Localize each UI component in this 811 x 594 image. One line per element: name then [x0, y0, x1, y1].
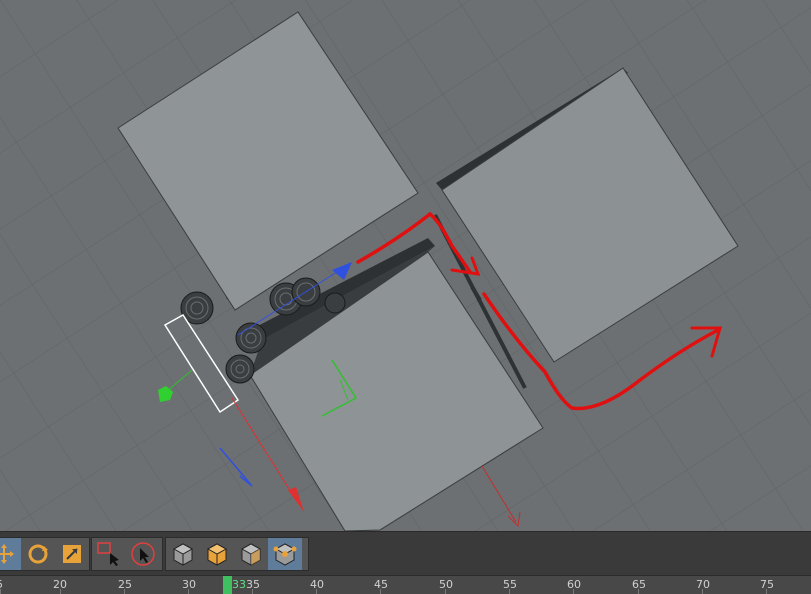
model-mode-button[interactable]: [200, 538, 234, 570]
tick-label: 25: [118, 578, 132, 591]
tick-label: 75: [760, 578, 774, 591]
tick-mark: [573, 589, 574, 594]
texture-mode-button[interactable]: [234, 538, 268, 570]
tick-mark: [445, 589, 446, 594]
current-frame-label: 33: [232, 578, 246, 591]
3d-viewport[interactable]: [0, 0, 811, 531]
tick-label: 50: [439, 578, 453, 591]
live-selection-icon: [131, 542, 155, 566]
scale-tool-button[interactable]: [55, 538, 89, 570]
tick-label: 70: [696, 578, 710, 591]
tick-mark: [380, 589, 381, 594]
tick-label: 35: [246, 578, 260, 591]
rectangle-selection-button[interactable]: [92, 538, 126, 570]
viewport-canvas[interactable]: [0, 0, 811, 531]
tick-label: 45: [374, 578, 388, 591]
tick-mark: [188, 589, 189, 594]
points-mode-button[interactable]: [268, 538, 302, 570]
tick-mark: [0, 589, 1, 594]
playhead[interactable]: [223, 576, 232, 594]
tick-mark: [60, 589, 61, 594]
object-mode-icon: [172, 543, 194, 566]
rotate-icon: [28, 544, 48, 564]
mode-tools: [165, 537, 309, 571]
tick-mark: [124, 589, 125, 594]
tick-label: 40: [310, 578, 324, 591]
rotate-tool-button[interactable]: [21, 538, 55, 570]
rectangle-selection-icon: [97, 542, 119, 566]
texture-mode-icon: [240, 543, 262, 566]
tick-mark: [766, 589, 767, 594]
tick-mark: [316, 589, 317, 594]
tick-mark: [702, 589, 703, 594]
wheel-5[interactable]: [225, 354, 255, 384]
tick-label: 65: [632, 578, 646, 591]
transform-tools: [0, 537, 90, 571]
tick-label: 30: [182, 578, 196, 591]
timeline-ruler[interactable]: 5 20 25 30 35 40 45 50 55 60 65 70 75 33: [0, 575, 811, 594]
points-mode-icon: [273, 543, 297, 566]
tick-label: 60: [567, 578, 581, 591]
scale-icon: [63, 545, 81, 563]
object-mode-button[interactable]: [166, 538, 200, 570]
selection-tools: [91, 537, 163, 571]
move-icon: [0, 544, 14, 564]
tick-mark: [509, 589, 510, 594]
live-selection-button[interactable]: [126, 538, 160, 570]
tick-mark: [638, 589, 639, 594]
toolbar: [0, 531, 811, 575]
tick-mark: [252, 589, 253, 594]
model-mode-icon: [206, 543, 228, 566]
tick-label: 55: [503, 578, 517, 591]
move-tool-button[interactable]: [0, 538, 21, 570]
wheel-6[interactable]: [324, 292, 346, 314]
wheel-4[interactable]: [235, 322, 267, 354]
